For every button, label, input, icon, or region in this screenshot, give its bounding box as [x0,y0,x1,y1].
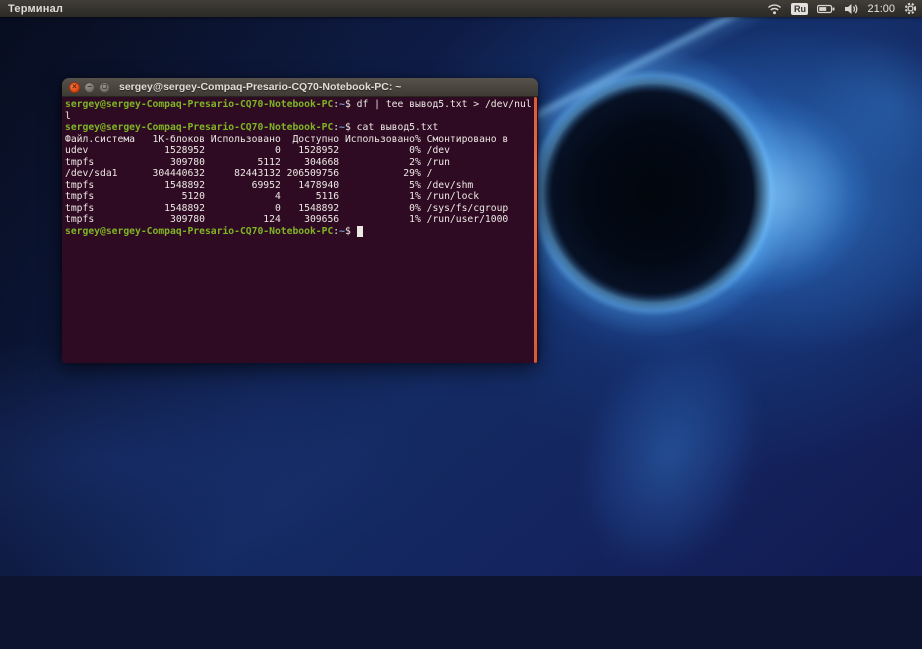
battery-icon[interactable] [817,4,835,14]
maximize-button[interactable]: ▢ [99,82,110,93]
close-button[interactable]: × [69,82,80,93]
terminal-window: × − ▢ sergey@sergey-Compaq-Presario-CQ70… [62,78,538,361]
terminal-screen[interactable]: sergey@sergey-Compaq-Presario-CQ70-Noteb… [62,97,538,363]
terminal-titlebar[interactable]: × − ▢ sergey@sergey-Compaq-Presario-CQ70… [62,78,538,97]
keyboard-layout-indicator[interactable]: Ru [791,3,808,15]
window-title: sergey@sergey-Compaq-Presario-CQ70-Noteb… [119,81,401,93]
volume-icon[interactable] [844,3,858,15]
system-tray: Ru 21:00 [767,0,917,17]
wifi-icon[interactable] [767,3,782,15]
gear-icon[interactable] [904,2,917,15]
clock[interactable]: 21:00 [867,3,895,15]
minimize-button[interactable]: − [84,82,95,93]
top-panel: Терминал Ru 21:00 [0,0,922,17]
terminal-output: sergey@sergey-Compaq-Presario-CQ70-Noteb… [65,99,538,237]
window-controls: × − ▢ [69,82,110,93]
scrollbar[interactable] [534,97,537,363]
active-app-name: Терминал [8,3,63,15]
